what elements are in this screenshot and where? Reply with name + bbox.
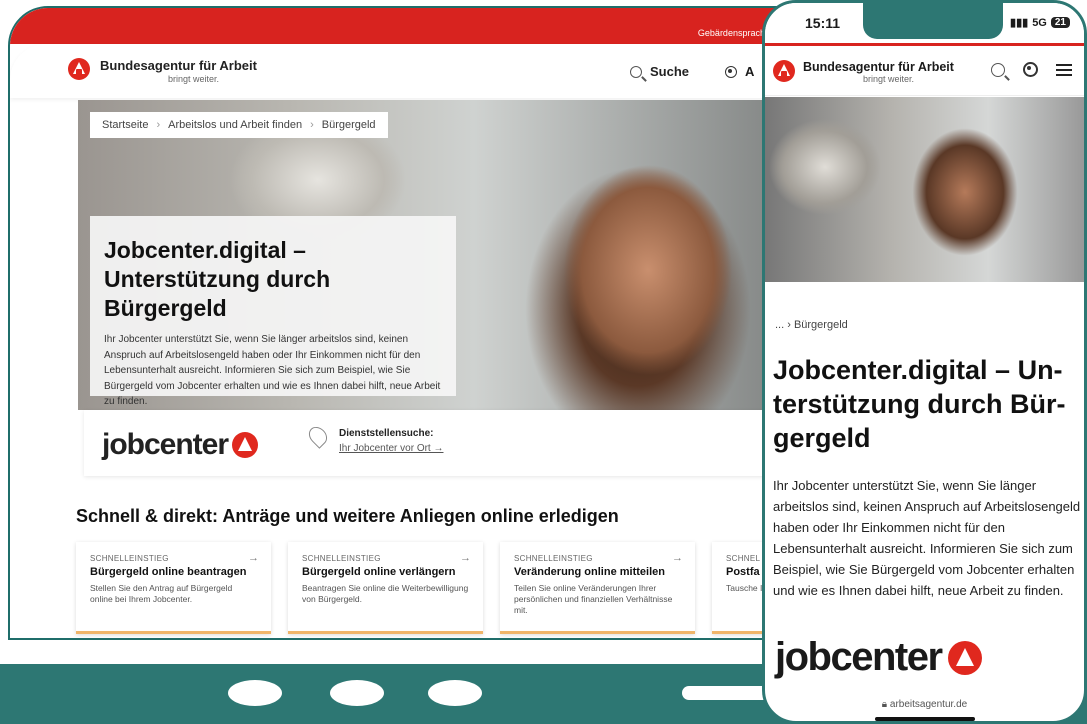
- search-icon[interactable]: [991, 62, 1005, 77]
- mobile-header: Bundesagentur für Arbeit bringt weiter.: [765, 46, 1084, 96]
- network-type: 5G: [1032, 16, 1047, 29]
- card-kicker: SCHNELLEINSTIEG: [302, 554, 381, 563]
- breadcrumb-item-buergergeld: Bürgergeld: [321, 119, 376, 131]
- arrow-right-icon: →: [672, 552, 683, 564]
- decorative-pill: [682, 686, 772, 700]
- card-description: Stellen Sie den Antrag auf Bürgergeld on…: [90, 583, 233, 605]
- ba-logo[interactable]: Bundesagentur für Arbeit bringt weiter.: [773, 60, 954, 84]
- brand-tagline: bringt weiter.: [168, 74, 220, 84]
- brand-name: Bundesagentur für Arbeit: [803, 60, 954, 74]
- breadcrumb-separator: ›: [156, 119, 161, 131]
- user-icon[interactable]: [1023, 62, 1038, 77]
- jobcenter-logo-text: jobcenter: [775, 635, 943, 679]
- decorative-dot: [428, 680, 482, 706]
- status-bar: 15:11 ▮▮▮ 5G 21: [765, 3, 1084, 43]
- brand-tagline: bringt weiter.: [863, 74, 915, 84]
- page-title: Jobcenter.digital – Unterstützung durch …: [104, 237, 331, 321]
- jobcenter-strip: jobcenter Dienststellensuche: Ihr Jobcen…: [84, 410, 804, 476]
- menu-icon[interactable]: [1056, 63, 1072, 76]
- search-button[interactable]: Suche: [630, 64, 689, 79]
- jobcenter-logo: jobcenter: [775, 635, 982, 680]
- home-indicator[interactable]: [875, 717, 975, 721]
- card-kicker: SCHNELLEINSTIEG: [514, 554, 593, 563]
- user-icon: [725, 65, 737, 78]
- breadcrumb[interactable]: ... › Bürgergeld: [775, 319, 848, 331]
- card-veraenderung-mitteilen[interactable]: SCHNELLEINSTIEG → Veränderung online mit…: [500, 542, 695, 634]
- card-buergergeld-beantragen[interactable]: SCHNELLEINSTIEG → Bürgergeld online bean…: [76, 542, 271, 634]
- jobcenter-logo: jobcenter: [102, 428, 259, 462]
- card-title: Veränderung online mitteilen: [514, 566, 665, 578]
- card-description: Beantragen Sie online die Weiterbewillig…: [302, 583, 469, 605]
- ba-logo[interactable]: Bundesagentur für Arbeit bringt weiter.: [68, 58, 257, 84]
- url-bar[interactable]: 🔒︎ arbeitsagentur.de: [765, 699, 1084, 710]
- account-label: A: [745, 64, 755, 79]
- card-buergergeld-verlaengern[interactable]: SCHNELLEINSTIEG → Bürgergeld online verl…: [288, 542, 483, 634]
- dienststellensuche-label: Dienststellensuche:: [339, 428, 434, 439]
- card-description: Teilen Sie online Veränderungen Ihrer pe…: [514, 583, 673, 616]
- status-time: 15:11: [805, 15, 841, 31]
- breadcrumb: Startseite › Arbeitslos und Arbeit finde…: [90, 112, 388, 138]
- battery-icon: 21: [1050, 17, 1070, 28]
- jobcenter-logo-text: jobcenter: [102, 428, 229, 461]
- arrow-right-icon: →: [460, 552, 471, 564]
- jobcenter-logo-icon: [947, 640, 982, 675]
- hero-image: [765, 97, 1084, 282]
- breadcrumb-item-startseite[interactable]: Startseite: [102, 119, 148, 131]
- url-text: arbeitsagentur.de: [889, 699, 968, 710]
- section-title: Schnell & direkt: Anträge und weitere An…: [76, 506, 619, 526]
- decorative-dot: [228, 680, 282, 706]
- ba-logo-icon: [68, 58, 90, 80]
- decorative-dot: [330, 680, 384, 706]
- card-kicker: SCHNELLEINSTIEG: [90, 554, 169, 563]
- phone-notch: [863, 3, 1003, 39]
- jobcenter-vor-ort-link[interactable]: Ihr Jobcenter vor Ort →: [339, 443, 443, 454]
- ba-logo-icon: [773, 60, 795, 82]
- page-title: Jobcenter.digital – Un-terstützung durch…: [773, 355, 1066, 454]
- hero-textbox: Jobcenter.digital – Unterstützung durch …: [90, 216, 456, 407]
- jobcenter-logo-icon: [232, 432, 259, 458]
- util-link-gebaerdensprache[interactable]: Gebärdensprache: [698, 28, 770, 38]
- card-title: Bürgergeld online verlängern: [302, 566, 456, 578]
- search-icon: [630, 65, 642, 78]
- card-title: Bürgergeld online beantragen: [90, 566, 247, 578]
- breadcrumb-item-arbeitslos[interactable]: Arbeitslos und Arbeit finden: [168, 119, 302, 131]
- search-label: Suche: [650, 64, 690, 79]
- hero-description: Ihr Jobcenter unterstützt Sie, wenn Sie …: [104, 334, 441, 408]
- arrow-right-icon: →: [248, 552, 259, 564]
- phone-frame: 15:11 ▮▮▮ 5G 21 Bundesagentur für Arbeit…: [762, 0, 1087, 724]
- hero-description: Ihr Jobcenter unterstützt Sie, wenn Sie …: [773, 478, 1081, 599]
- brand-name: Bundesagentur für Arbeit: [100, 58, 257, 73]
- lock-icon: 🔒︎: [881, 699, 888, 710]
- account-button[interactable]: A: [725, 64, 754, 79]
- status-indicators: ▮▮▮ 5G 21: [1010, 16, 1070, 29]
- signal-icon: ▮▮▮: [1010, 17, 1029, 29]
- breadcrumb-separator: ›: [310, 119, 314, 131]
- location-pin-icon: [305, 423, 331, 449]
